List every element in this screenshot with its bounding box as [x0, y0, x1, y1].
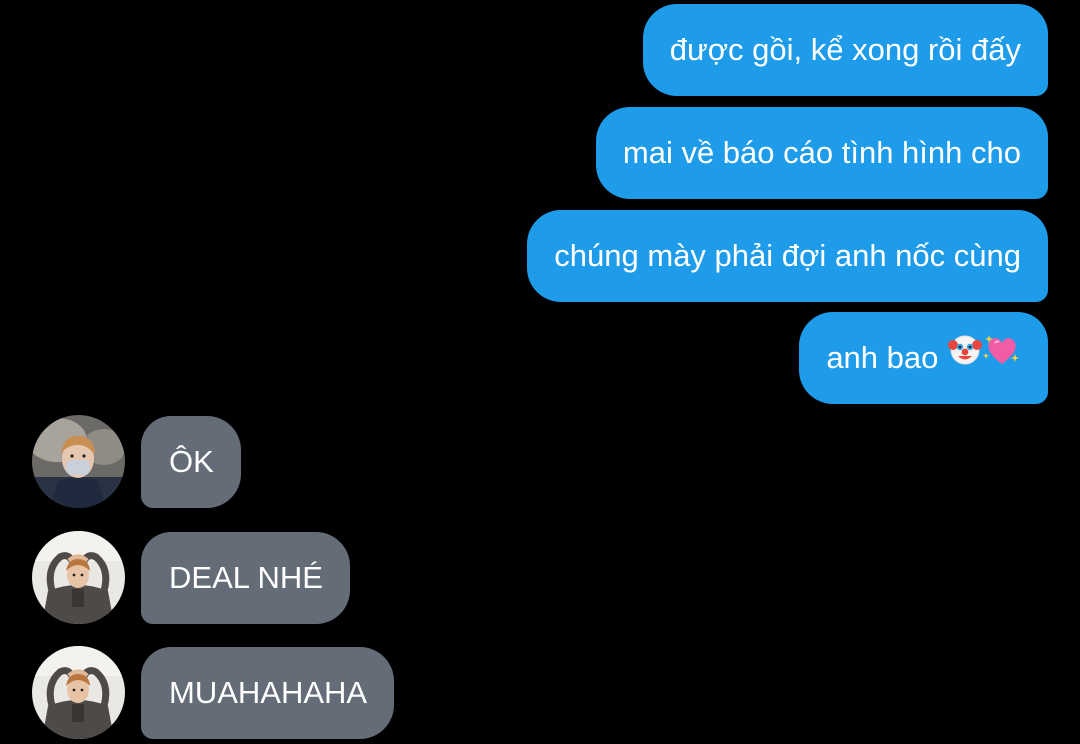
incoming-message[interactable]: ÔK: [141, 416, 241, 508]
outgoing-message[interactable]: anh bao: [799, 312, 1048, 404]
avatar[interactable]: [32, 531, 125, 624]
avatar[interactable]: [32, 646, 125, 739]
message-text: MUAHAHAHA: [169, 675, 368, 710]
outgoing-message[interactable]: được gồi, kể xong rồi đấy: [642, 4, 1048, 96]
incoming-message[interactable]: MUAHAHAHA: [141, 647, 395, 739]
message-text: mai về báo cáo tình hình cho: [622, 135, 1021, 170]
avatar-masked-person-icon: [32, 415, 125, 508]
message-text: chúng mày phải đợi anh nốc cùng: [554, 238, 1021, 273]
message-text: anh bao: [826, 340, 939, 375]
outgoing-message[interactable]: mai về báo cáo tình hình cho: [595, 107, 1048, 199]
avatar-person-heart-pose-icon: [32, 646, 125, 739]
message-text: ÔK: [169, 444, 214, 479]
avatar-person-heart-pose-icon: [32, 531, 125, 624]
message-text: được gồi, kể xong rồi đấy: [669, 32, 1021, 67]
avatar[interactable]: [32, 415, 125, 508]
incoming-message[interactable]: DEAL NHÉ: [141, 532, 350, 624]
message-text: DEAL NHÉ: [169, 560, 323, 595]
outgoing-message[interactable]: chúng mày phải đợi anh nốc cùng: [527, 210, 1048, 302]
sparkling-heart-emoji: [983, 311, 1021, 403]
clown-face-emoji: [947, 311, 983, 403]
